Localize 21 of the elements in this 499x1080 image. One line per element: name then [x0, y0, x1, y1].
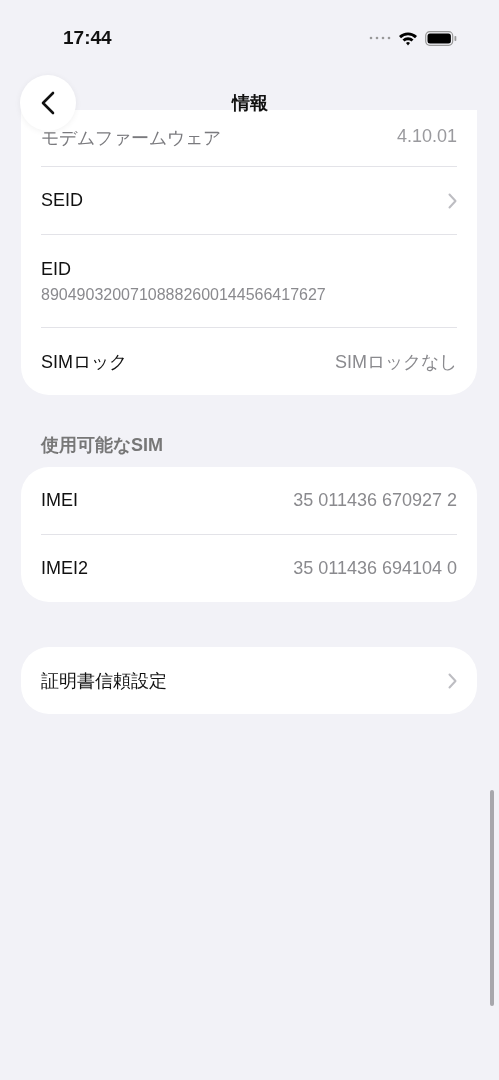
chevron-right-icon — [448, 672, 457, 689]
row-label: IMEI — [41, 490, 78, 511]
section-header: 使用可能なSIM — [41, 434, 164, 457]
row-value: 35 011436 670927 2 — [293, 490, 457, 511]
row-label: モデムファームウェア — [41, 127, 221, 150]
chevron-right-icon — [448, 192, 457, 209]
row-label: EID — [41, 258, 72, 280]
row-value: 35 011436 694104 0 — [293, 558, 457, 579]
row-label: IMEI2 — [41, 558, 88, 579]
row-label[interactable]: SEID — [41, 190, 83, 211]
row-value: 89049032007108882600144566417627 — [41, 285, 326, 304]
chevron-left-icon — [41, 91, 55, 115]
status-time: 17:44 — [63, 27, 112, 49]
row-label[interactable]: 証明書信頼設定 — [41, 668, 167, 693]
battery-icon — [425, 30, 457, 46]
page-title: 情報 — [231, 92, 268, 115]
signal-icon — [369, 36, 391, 40]
row-label: SIMロック — [41, 350, 127, 374]
row-value: SIMロックなし — [335, 350, 457, 374]
wifi-icon — [398, 30, 418, 46]
row-value: 4.10.01 — [396, 126, 457, 147]
